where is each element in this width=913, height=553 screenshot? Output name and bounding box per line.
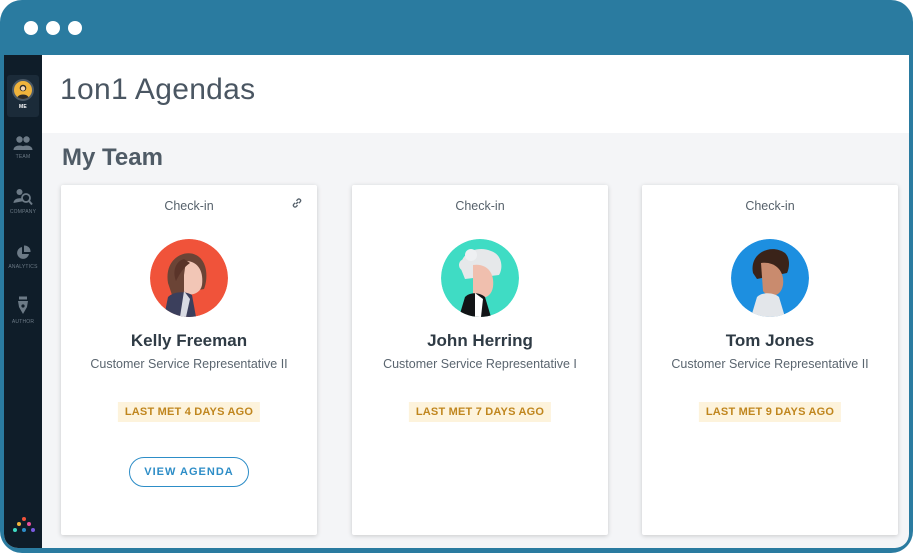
app-logo-icon[interactable] (13, 517, 35, 539)
team-member-card[interactable]: Check-in Kelly Freeman Customer Service … (61, 185, 317, 535)
link-icon[interactable] (291, 197, 303, 209)
window-dot[interactable] (68, 21, 82, 35)
sidebar-item-team[interactable]: TEAM (4, 135, 42, 160)
sidebar-item-analytics[interactable]: ANALYTICS (4, 245, 42, 270)
sidebar: ME TEAM COMPANY ANALYTICS AUTHOR (4, 55, 42, 548)
sidebar-item-label: ANALYTICS (8, 264, 38, 270)
sidebar-item-label: COMPANY (9, 209, 37, 215)
page-title: 1on1 Agendas (60, 73, 256, 106)
pie-chart-icon (17, 245, 31, 259)
person-role: Customer Service Representative I (383, 357, 577, 371)
sidebar-item-label: ME (19, 104, 27, 110)
pen-nib-icon (18, 296, 28, 314)
section-title: My Team (62, 144, 163, 171)
person-role: Customer Service Representative II (671, 357, 869, 371)
window-titlebar (0, 0, 913, 55)
last-met-badge: LAST MET 4 DAYS AGO (117, 402, 261, 422)
view-agenda-button[interactable]: VIEW AGENDA (129, 457, 249, 487)
app-frame: ME TEAM COMPANY ANALYTICS AUTHOR 1on1 Ag… (0, 0, 913, 553)
sidebar-item-label: AUTHOR (11, 319, 35, 325)
page-header: 1on1 Agendas (42, 55, 909, 133)
person-name: Kelly Freeman (130, 331, 248, 350)
avatar (150, 239, 228, 317)
team-icon (13, 136, 33, 150)
window-dot[interactable] (46, 21, 60, 35)
window-dot[interactable] (24, 21, 38, 35)
last-met-badge: LAST MET 9 DAYS AGO (698, 402, 842, 422)
person-role: Customer Service Representative II (90, 357, 288, 371)
main-content: 1on1 Agendas My Team Check-in Kelly Free… (42, 55, 909, 548)
team-member-card[interactable]: Check-in John Herring Customer Service R… (352, 185, 608, 535)
avatar (731, 239, 809, 317)
sidebar-item-me[interactable]: ME (4, 79, 42, 110)
card-type-label: Check-in (164, 199, 214, 213)
avatar (441, 239, 519, 317)
team-member-card[interactable]: Check-in Tom Jones Customer Service Repr… (642, 185, 898, 535)
user-avatar-icon (12, 79, 34, 101)
card-type-label: Check-in (455, 199, 505, 213)
last-met-badge: LAST MET 7 DAYS AGO (408, 402, 552, 422)
person-name: John Herring (427, 331, 533, 350)
person-name: Tom Jones (725, 331, 815, 350)
company-search-icon (13, 189, 33, 206)
app-window: ME TEAM COMPANY ANALYTICS AUTHOR 1on1 Ag… (4, 55, 909, 548)
sidebar-item-author[interactable]: AUTHOR (4, 296, 42, 325)
sidebar-item-company[interactable]: COMPANY (4, 188, 42, 215)
sidebar-item-label: TEAM (15, 154, 31, 160)
card-type-label: Check-in (745, 199, 795, 213)
